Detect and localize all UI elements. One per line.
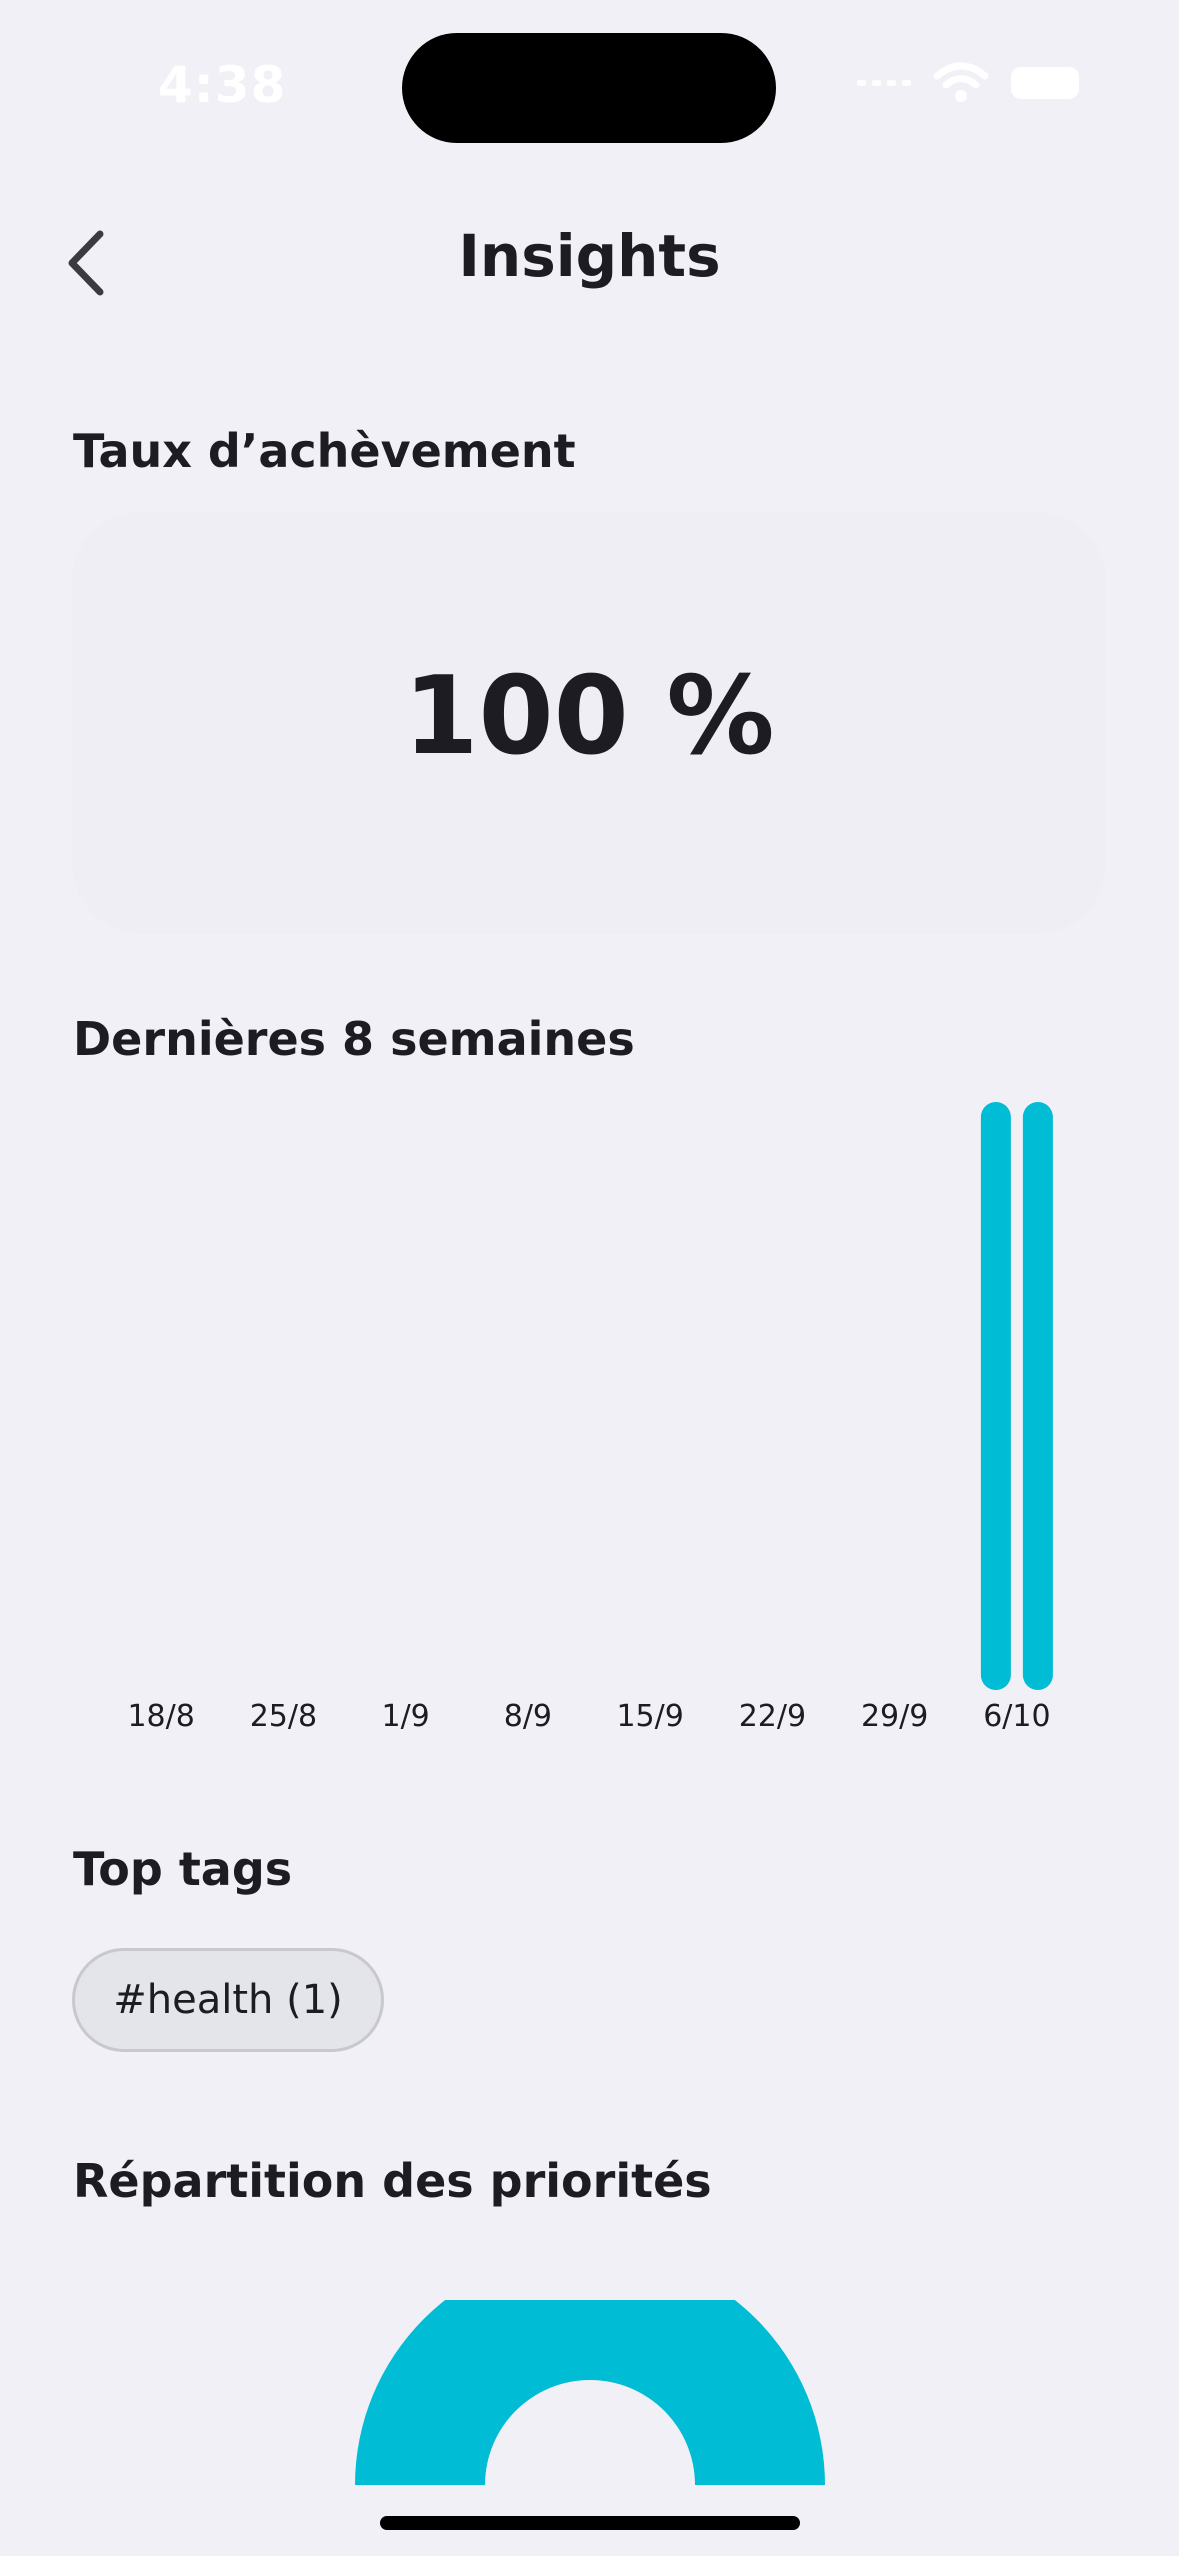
chart-bar [980, 1102, 1011, 1690]
tag-chip-label: #health (1) [113, 1977, 343, 2023]
x-tick-label: 15/9 [616, 1699, 683, 1734]
tags-section-title: Top tags [73, 1842, 293, 1896]
x-tick-label: 8/9 [504, 1699, 552, 1734]
weekly-bar-chart: 18/8 25/8 1/9 8/9 15/9 22/9 29/9 6/10 [72, 1090, 1106, 1750]
tag-chip-health[interactable]: #health (1) [72, 1948, 384, 2052]
x-tick-label: 25/8 [250, 1699, 317, 1734]
completion-rate-value: 100 % [403, 654, 775, 779]
battery-icon [1011, 67, 1079, 99]
priorities-section-title: Répartition des priorités [73, 2154, 712, 2208]
x-tick-label: 29/9 [861, 1699, 928, 1734]
status-icons [857, 62, 1079, 104]
weekly-section-title: Dernières 8 semaines [73, 1012, 635, 1066]
priority-slice [355, 2250, 825, 2485]
x-tick-label: 22/9 [739, 1699, 806, 1734]
home-indicator [380, 2516, 800, 2530]
completion-card: 100 % [72, 512, 1106, 934]
x-tick-label: 6/10 [983, 1699, 1050, 1734]
status-time: 4:38 [158, 56, 287, 114]
priority-donut-chart [355, 2250, 825, 2490]
page-title: Insights [458, 222, 721, 290]
dynamic-island [402, 33, 776, 143]
chart-bar [1022, 1102, 1053, 1690]
x-tick-label: 1/9 [381, 1699, 429, 1734]
completion-section-title: Taux d’achèvement [73, 424, 576, 478]
cellular-signal-icon [857, 80, 911, 86]
x-tick-label: 18/8 [127, 1699, 194, 1734]
wifi-icon [933, 62, 989, 104]
